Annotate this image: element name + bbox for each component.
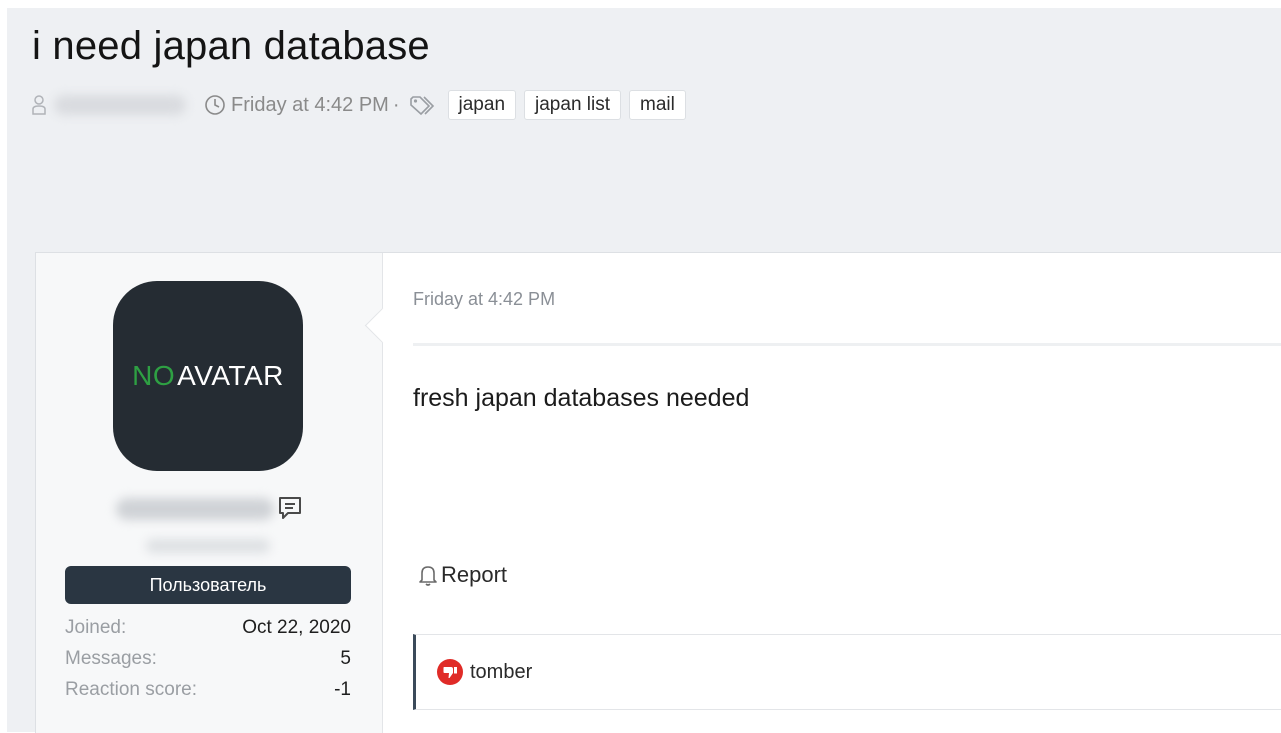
stat-value: -1 (334, 679, 351, 700)
stat-reaction-score: Reaction score: -1 (65, 679, 351, 710)
thread-author-redacted[interactable] (54, 95, 186, 115)
user-role-badge: Пользователь (65, 566, 351, 604)
stat-label: Reaction score: (65, 679, 198, 700)
user-stats: Joined: Oct 22, 2020 Messages: 5 Reactio… (65, 617, 351, 710)
tag-mail[interactable]: mail (629, 90, 686, 120)
dislike-icon (437, 659, 463, 685)
avatar-no-text: NO (132, 360, 176, 391)
report-button[interactable]: Report (417, 562, 507, 588)
meta-separator: · (392, 93, 400, 116)
user-title-redacted (146, 539, 270, 553)
reaction-user-link[interactable]: tomber (470, 661, 532, 684)
report-label: Report (441, 562, 508, 587)
post-user-cell: NO AVATAR Пользователь Joined: Oct 22, 2… (36, 253, 401, 733)
stat-joined: Joined: Oct 22, 2020 (65, 617, 351, 648)
reactions-bar[interactable]: tomber (413, 634, 1281, 710)
stat-value: Oct 22, 2020 (242, 617, 351, 638)
post-date[interactable]: Friday at 4:42 PM (413, 289, 555, 310)
post-body: fresh japan databases needed (413, 384, 750, 412)
stat-label: Messages: (65, 648, 157, 669)
avatar-label-text: AVATAR (177, 360, 284, 391)
divider (413, 343, 1281, 346)
tag-icon (409, 96, 434, 116)
bell-icon (419, 566, 437, 586)
user-icon (32, 95, 46, 115)
stat-value: 5 (340, 648, 351, 669)
thread-title: i need japan database (32, 24, 430, 68)
post: NO AVATAR Пользователь Joined: Oct 22, 2… (35, 252, 1281, 733)
thread-timestamp[interactable]: Friday at 4:42 PM (231, 94, 389, 117)
thread-meta: Friday at 4:42 PM · japan japan list mai… (32, 88, 694, 122)
clock-icon (205, 95, 225, 115)
stat-messages: Messages: 5 (65, 648, 351, 679)
message-icon[interactable] (276, 494, 304, 522)
tag-japan-list[interactable]: japan list (524, 90, 622, 120)
avatar[interactable]: NO AVATAR (113, 281, 303, 471)
stat-label: Joined: (65, 617, 127, 638)
post-message-cell: Friday at 4:42 PM fresh japan databases … (383, 253, 1281, 733)
tag-japan[interactable]: japan (447, 90, 517, 120)
username-redacted[interactable] (116, 498, 274, 520)
